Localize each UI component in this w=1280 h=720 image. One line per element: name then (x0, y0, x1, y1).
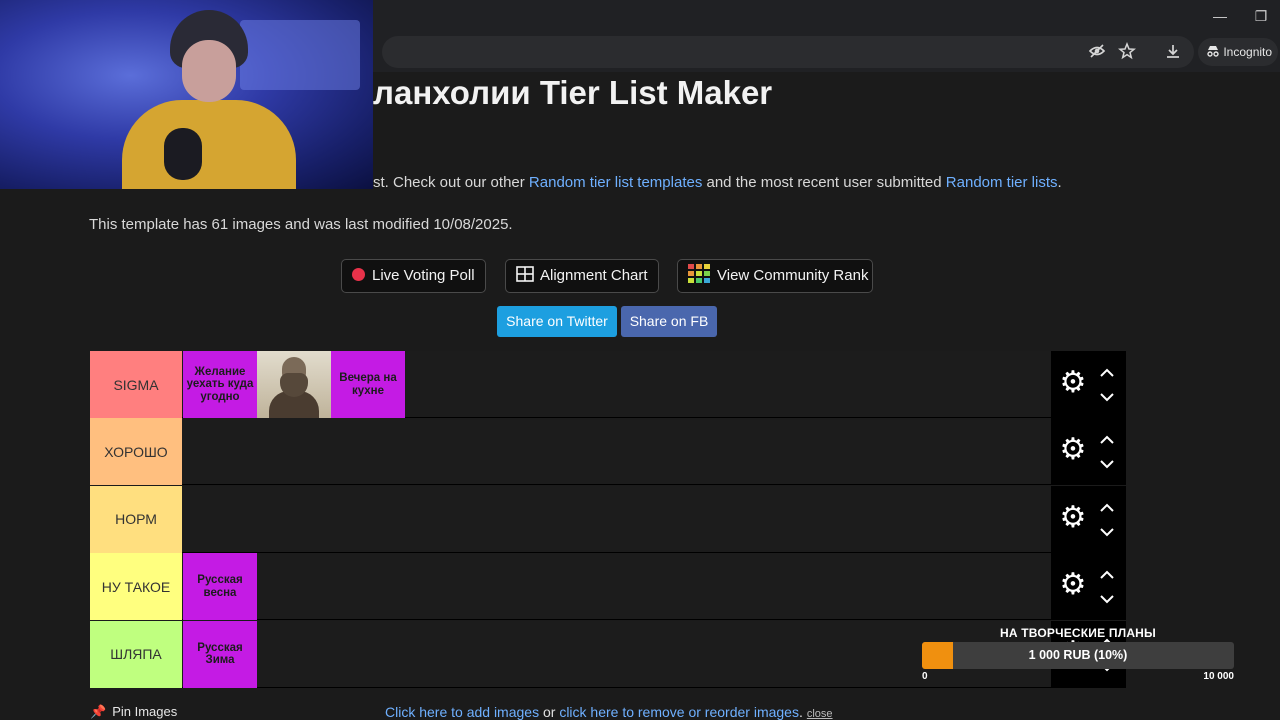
tier-item[interactable]: Желание уехать куда угодно (183, 351, 257, 418)
tier-item[interactable]: Русская Зима (183, 620, 257, 688)
webcam-streamer-body (122, 100, 296, 189)
tier-label[interactable]: SIGMA (90, 351, 182, 418)
grid-icon (516, 266, 540, 284)
view-community-rank-button[interactable]: View Community Rank (677, 259, 873, 293)
intro-text: st. Check out our other Random tier list… (373, 174, 1062, 191)
image-management-links: Click here to add images or click here t… (385, 704, 833, 720)
gear-icon[interactable]: ⚙ (1055, 365, 1091, 401)
gear-icon[interactable]: ⚙ (1055, 432, 1091, 468)
tier-controls: ⚙ (1051, 351, 1126, 418)
chevron-up-icon[interactable] (1097, 429, 1117, 449)
tier-label[interactable]: ХОРОШО (90, 418, 182, 486)
add-images-link[interactable]: Click here to add images (385, 704, 539, 720)
eye-off-icon[interactable] (1087, 42, 1107, 62)
template-info: This template has 61 images and was last… (89, 216, 513, 233)
intro-middle: and the most recent user submitted (702, 174, 946, 191)
address-bar[interactable] (382, 36, 1194, 68)
page-title: ланхолии Tier List Maker (373, 74, 773, 111)
tier-row: НОРМ ⚙ (90, 485, 1126, 553)
webcam-overlay (0, 0, 373, 189)
random-templates-link[interactable]: Random tier list templates (529, 174, 702, 191)
random-tier-lists-link[interactable]: Random tier lists (946, 174, 1058, 191)
tier-item[interactable]: Вечера на кухне (331, 351, 405, 418)
tier-row: SIGMA Желание уехать куда угодно Вечера на… (90, 351, 1126, 418)
tier-controls: ⚙ (1051, 485, 1126, 553)
pin-icon: 📌 (90, 704, 107, 719)
tier-label[interactable]: ШЛЯПА (90, 620, 182, 688)
tier-item-portrait[interactable] (257, 351, 331, 418)
restore-window-icon[interactable]: ❐ (1251, 6, 1271, 26)
chevron-up-icon[interactable] (1097, 362, 1117, 382)
star-icon[interactable] (1117, 41, 1137, 62)
link-dot: . (798, 704, 803, 720)
tier-row: ХОРОШО ⚙ (90, 418, 1126, 486)
incognito-label: Incognito (1223, 45, 1273, 59)
minimize-icon[interactable]: — (1210, 6, 1230, 26)
intro-suffix: . (1057, 174, 1062, 191)
remove-reorder-images-link[interactable]: click here to remove or reorder images (559, 704, 799, 720)
tier-label[interactable]: НУ ТАКОЕ (90, 553, 182, 621)
incognito-badge[interactable]: Incognito (1198, 38, 1278, 66)
donation-progress-bar: 1 000 RUB (10%) (922, 642, 1234, 669)
intro-prefix: st. Check out our other (373, 174, 529, 191)
chevron-up-icon[interactable] (1097, 564, 1117, 584)
chevron-down-icon[interactable] (1097, 589, 1117, 609)
tier-controls: ⚙ (1051, 553, 1126, 621)
chevron-up-icon[interactable] (1097, 497, 1117, 517)
record-dot-icon (352, 268, 365, 281)
chevron-down-icon[interactable] (1097, 522, 1117, 542)
webcam-background (240, 20, 360, 90)
close-link[interactable]: close (807, 708, 833, 720)
microphone-icon (164, 128, 202, 180)
donation-min-label: 0 (922, 671, 928, 682)
donation-goal-title: НА ТВОРЧЕСКИЕ ПЛАНЫ (999, 626, 1156, 640)
gear-icon[interactable]: ⚙ (1055, 500, 1091, 536)
share-on-twitter-button[interactable]: Share on Twitter (497, 306, 617, 337)
alignment-chart-label: Alignment Chart (540, 267, 648, 284)
community-rank-label: View Community Rank (717, 267, 869, 284)
or-text: or (539, 704, 560, 720)
color-grid-icon (688, 264, 717, 284)
pin-images-toggle[interactable]: 📌 Pin Images (90, 704, 177, 720)
chevron-down-icon[interactable] (1097, 454, 1117, 474)
webcam-streamer-face (182, 40, 236, 102)
tier-row: НУ ТАКОЕ Русская весна ⚙ (90, 553, 1126, 621)
live-voting-poll-button[interactable]: Live Voting Poll (341, 259, 486, 293)
download-icon[interactable] (1163, 42, 1183, 62)
tier-label[interactable]: НОРМ (90, 485, 182, 553)
tier-controls: ⚙ (1051, 418, 1126, 486)
tier-item[interactable]: Русская весна (183, 553, 257, 621)
live-voting-label: Live Voting Poll (372, 267, 475, 284)
donation-max-label: 10 000 (1203, 671, 1234, 682)
chevron-down-icon[interactable] (1097, 387, 1117, 407)
donation-amount: 1 000 RUB (10%) (1028, 648, 1128, 662)
incognito-icon (1206, 45, 1223, 59)
alignment-chart-button[interactable]: Alignment Chart (505, 259, 659, 293)
pin-images-label: Pin Images (112, 704, 178, 719)
gear-icon[interactable]: ⚙ (1055, 567, 1091, 603)
share-on-fb-button[interactable]: Share on FB (621, 306, 717, 337)
